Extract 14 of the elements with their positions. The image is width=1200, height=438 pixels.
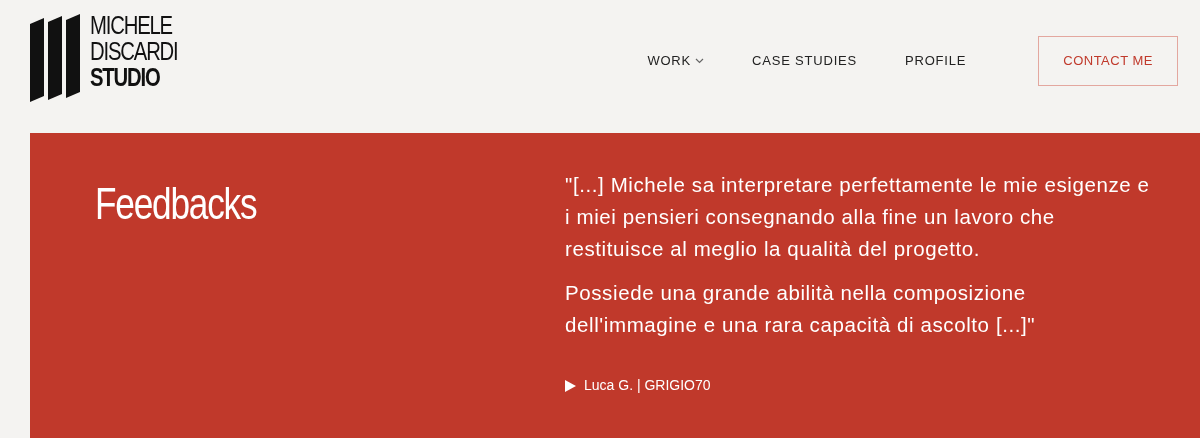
caret-icon [695,57,705,64]
logo-text: STUDIO [90,64,160,90]
logo-text: DISCARDI [90,38,178,64]
logo-icon [30,12,82,102]
nav-link[interactable]: PROFILE [905,51,967,71]
contact-button[interactable]: CONTACT ME [1038,36,1178,86]
quote-paragraph: "[...] Michele sa interpretare perfettamente le mie esigenze e i miei pensieri consegnando alla fine un lavoro che restituisce al meglio la qualità del progetto. [565,172,1151,262]
section-title: Feedbacks [95,178,257,230]
author-text: Luca G. | GRIGIO70 [584,376,711,395]
play-icon [565,379,576,392]
quote-paragraph: Possiede una grande abilità nella composizione dell'immagine e una rara capacità di ascolto [...]" [565,280,1037,338]
nav-link[interactable]: WORK [647,51,705,71]
logo-text: MICHELE [90,12,172,38]
nav-link[interactable]: CASE STUDIES [752,51,857,71]
